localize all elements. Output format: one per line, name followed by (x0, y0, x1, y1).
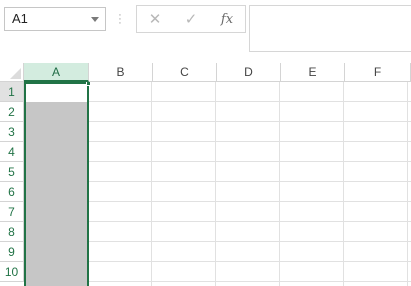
column-header-c[interactable]: C (153, 63, 217, 82)
row-header-8[interactable]: 8 (0, 222, 24, 242)
row-header-3[interactable]: 3 (0, 122, 24, 142)
row-header-10[interactable]: 10 (0, 262, 24, 282)
select-all-button[interactable] (0, 63, 24, 82)
spreadsheet-window: A1 · · · ✕ ✓ fx A B C D E F 1 2 3 4 5 6 7 … (0, 0, 411, 286)
selection-border (24, 82, 89, 286)
column-header-b[interactable]: B (89, 63, 153, 82)
select-all-triangle-icon (10, 68, 21, 79)
name-box[interactable]: A1 (4, 7, 106, 31)
formula-buttons: ✕ ✓ fx (136, 5, 246, 33)
row-header-1[interactable]: 1 (0, 82, 24, 102)
row-header-6[interactable]: 6 (0, 182, 24, 202)
insert-function-button[interactable]: fx (215, 9, 239, 31)
column-header-f[interactable]: F (345, 63, 411, 82)
row-header-7[interactable]: 7 (0, 202, 24, 222)
column-header-a[interactable]: A (24, 63, 89, 82)
row-header-9[interactable]: 9 (0, 242, 24, 262)
chevron-down-icon[interactable] (91, 17, 99, 22)
row-header-5[interactable]: 5 (0, 162, 24, 182)
cancel-icon[interactable]: ✕ (143, 9, 167, 31)
column-header-d[interactable]: D (217, 63, 281, 82)
name-box-value: A1 (12, 11, 28, 26)
row-header-2[interactable]: 2 (0, 102, 24, 122)
enter-icon[interactable]: ✓ (179, 9, 203, 31)
drag-grip-icon[interactable]: · · · (117, 10, 123, 29)
row-header-4[interactable]: 4 (0, 142, 24, 162)
formula-input[interactable] (249, 5, 411, 52)
column-header-e[interactable]: E (281, 63, 345, 82)
